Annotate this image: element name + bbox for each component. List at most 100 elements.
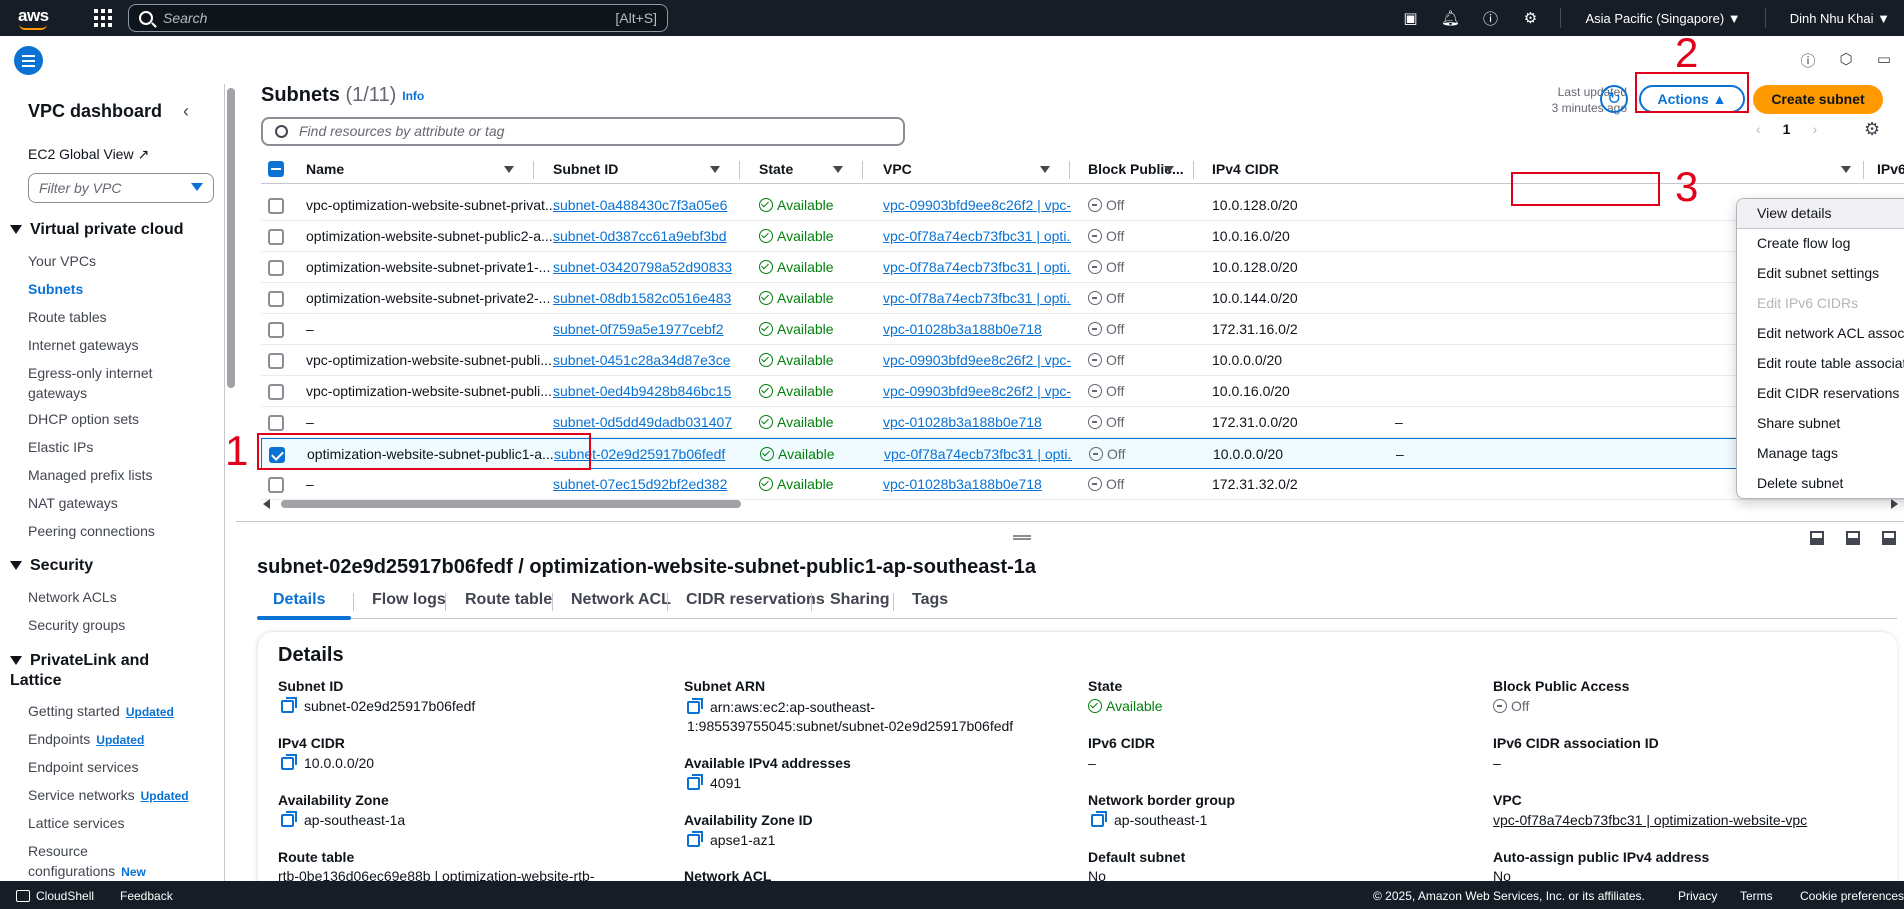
vpc-link[interactable]: vpc-09903bfd9ee8c26f2 | vpc-... bbox=[883, 383, 1071, 399]
section-virtual-private-cloud[interactable]: Virtual private cloud bbox=[10, 221, 184, 239]
cloudshell-button[interactable]: CloudShell bbox=[16, 889, 94, 903]
section-security[interactable]: Security bbox=[10, 557, 93, 575]
sidebar-item-managed-prefix-lists[interactable]: Managed prefix lists bbox=[28, 465, 153, 485]
sidebar-item-service-networks[interactable]: Service networks Updated bbox=[28, 785, 189, 806]
sidebar-title[interactable]: VPC dashboard bbox=[28, 101, 162, 122]
cookie-preferences-link[interactable]: Cookie preferences bbox=[1800, 889, 1904, 903]
row-checkbox[interactable] bbox=[268, 291, 284, 307]
ec2-global-view-link[interactable]: EC2 Global View ↗ bbox=[28, 146, 149, 163]
collapse-sidebar-icon[interactable]: ‹ bbox=[183, 101, 189, 122]
tab-sharing[interactable]: Sharing bbox=[830, 591, 890, 609]
tab-network-acl[interactable]: Network ACL bbox=[571, 591, 671, 609]
row-checkbox[interactable] bbox=[268, 353, 284, 369]
menu-item-share-subnet[interactable]: Share subnet bbox=[1737, 409, 1904, 439]
vpc-detail-link[interactable]: vpc-0f78a74ecb73fbc31 | optimization-web… bbox=[1493, 812, 1807, 828]
security-panel-icon[interactable]: ⬡ bbox=[1836, 50, 1856, 71]
table-horizontal-scrollbar[interactable] bbox=[261, 498, 1904, 510]
copy-icon[interactable] bbox=[1091, 811, 1107, 827]
sidebar-item-getting-started[interactable]: Getting started Updated bbox=[28, 701, 174, 722]
sidebar-item-lattice-services[interactable]: Lattice services bbox=[28, 813, 124, 833]
sidebar-scrollbar[interactable] bbox=[226, 84, 236, 881]
sort-icon[interactable] bbox=[504, 166, 514, 173]
subnet-id-link[interactable]: subnet-0d5dd49dadb031407 bbox=[553, 414, 743, 430]
services-grid-icon[interactable] bbox=[94, 9, 112, 27]
menu-item-edit-subnet-settings[interactable]: Edit subnet settings bbox=[1737, 259, 1904, 289]
sidebar-item-network-acls[interactable]: Network ACLs bbox=[28, 587, 117, 607]
sort-icon[interactable] bbox=[1040, 166, 1050, 173]
table-row[interactable]: – subnet-07ec15d92bf2ed382 Available vpc… bbox=[261, 469, 1904, 500]
panel-bottom-icon[interactable] bbox=[1810, 531, 1824, 545]
vpc-link[interactable]: vpc-01028b3a188b0e718 bbox=[883, 476, 1071, 492]
global-search-input[interactable]: Search [Alt+S] bbox=[128, 4, 668, 32]
table-preferences-gear-icon[interactable]: ⚙ bbox=[1864, 119, 1880, 140]
column-ipv4-cidr[interactable]: IPv4 CIDR bbox=[1212, 161, 1279, 177]
copy-icon[interactable] bbox=[687, 774, 703, 790]
notifications-bell-icon[interactable]: 🔔︎ bbox=[1430, 0, 1470, 36]
sidebar-item-dhcp-option-sets[interactable]: DHCP option sets bbox=[28, 409, 139, 429]
copy-icon[interactable] bbox=[281, 754, 297, 770]
table-row[interactable]: vpc-optimization-website-subnet-publi...… bbox=[261, 345, 1904, 376]
route-table-link[interactable]: rtb-0be136d06ec69e88b | optimization-web… bbox=[278, 868, 595, 881]
sidebar-item-your-vpcs[interactable]: Your VPCs bbox=[28, 251, 96, 271]
help-icon[interactable]: ⓘ bbox=[1470, 0, 1510, 36]
cloudshell-icon[interactable]: ▣ bbox=[1390, 0, 1430, 36]
sort-icon[interactable] bbox=[710, 166, 720, 173]
vpc-filter-select[interactable]: Filter by VPC bbox=[28, 173, 214, 203]
table-row[interactable]: optimization-website-subnet-public2-a...… bbox=[261, 221, 1904, 252]
subnet-id-link[interactable]: subnet-0ed4b9428b846bc15 bbox=[553, 383, 743, 399]
menu-item-manage-tags[interactable]: Manage tags bbox=[1737, 439, 1904, 469]
column-subnet-id[interactable]: Subnet ID bbox=[553, 161, 618, 177]
info-link[interactable]: Info bbox=[402, 89, 424, 103]
vpc-link[interactable]: vpc-01028b3a188b0e718 bbox=[883, 414, 1071, 430]
row-checkbox[interactable] bbox=[268, 477, 284, 493]
copy-icon[interactable] bbox=[281, 811, 297, 827]
table-row[interactable]: – subnet-0f759a5e1977cebf2 Available vpc… bbox=[261, 314, 1904, 345]
tab-route-table[interactable]: Route table bbox=[465, 591, 552, 609]
subnet-id-link[interactable]: subnet-0451c28a34d87e3ce bbox=[553, 352, 743, 368]
sidebar-item-resource-configurations[interactable]: Resource configurations New bbox=[28, 841, 146, 881]
panel-hide-icon[interactable] bbox=[1882, 531, 1896, 545]
privacy-link[interactable]: Privacy bbox=[1678, 889, 1717, 903]
section-privatelink[interactable]: PrivateLink and Lattice bbox=[10, 651, 160, 691]
copy-icon[interactable] bbox=[687, 698, 703, 714]
vpc-link[interactable]: vpc-09903bfd9ee8c26f2 | vpc-... bbox=[883, 352, 1071, 368]
row-checkbox[interactable] bbox=[268, 415, 284, 431]
subnet-id-link[interactable]: subnet-0d387cc61a9ebf3bd bbox=[553, 228, 743, 244]
resize-handle-icon[interactable] bbox=[1013, 535, 1031, 540]
tab-flow-logs[interactable]: Flow logs bbox=[372, 591, 446, 609]
account-menu[interactable]: Dinh Nhu Khai ▼ bbox=[1776, 11, 1904, 26]
menu-item-edit-cidr-reservations[interactable]: Edit CIDR reservations bbox=[1737, 379, 1904, 409]
tab-cidr-reservations[interactable]: CIDR reservations bbox=[686, 591, 825, 609]
row-checkbox[interactable] bbox=[268, 322, 284, 338]
aws-logo[interactable]: aws bbox=[16, 4, 56, 32]
feedback-button[interactable]: Feedback bbox=[120, 889, 173, 903]
sidebar-item-subnets[interactable]: Subnets bbox=[28, 279, 83, 299]
vpc-link[interactable]: vpc-0f78a74ecb73fbc31 | opti... bbox=[884, 446, 1072, 462]
menu-item-edit-network-acl-association[interactable]: Edit network ACL association bbox=[1737, 319, 1904, 349]
next-page-icon[interactable]: › bbox=[1812, 121, 1817, 137]
sidebar-item-nat-gateways[interactable]: NAT gateways bbox=[28, 493, 118, 513]
row-checkbox[interactable] bbox=[268, 260, 284, 276]
column-name[interactable]: Name bbox=[306, 161, 344, 177]
row-checkbox[interactable] bbox=[268, 229, 284, 245]
table-row[interactable]: optimization-website-subnet-private1-...… bbox=[261, 252, 1904, 283]
sidebar-item-egress-only-gateways[interactable]: Egress-only internet gateways bbox=[28, 363, 188, 403]
sidebar-item-internet-gateways[interactable]: Internet gateways bbox=[28, 335, 139, 355]
panel-side-icon[interactable] bbox=[1846, 531, 1860, 545]
settings-gear-icon[interactable]: ⚙ bbox=[1510, 0, 1550, 36]
sidebar-item-route-tables[interactable]: Route tables bbox=[28, 307, 107, 327]
resource-search-input[interactable]: Find resources by attribute or tag bbox=[261, 117, 905, 146]
column-ipv6[interactable]: IPv6 bbox=[1877, 161, 1904, 177]
subnet-id-link[interactable]: subnet-0a488430c7f3a05e6 bbox=[553, 197, 743, 213]
copy-icon[interactable] bbox=[281, 697, 297, 713]
vpc-link[interactable]: vpc-0f78a74ecb73fbc31 | opti... bbox=[883, 228, 1071, 244]
sidebar-item-security-groups[interactable]: Security groups bbox=[28, 615, 125, 635]
select-all-checkbox[interactable] bbox=[268, 161, 284, 177]
sort-icon[interactable] bbox=[833, 166, 843, 173]
subnet-id-link[interactable]: subnet-03420798a52d90833 bbox=[553, 259, 743, 275]
sort-icon[interactable] bbox=[1164, 166, 1174, 173]
column-vpc[interactable]: VPC bbox=[883, 161, 912, 177]
row-checkbox[interactable] bbox=[268, 384, 284, 400]
sidebar-item-elastic-ips[interactable]: Elastic IPs bbox=[28, 437, 93, 457]
tab-details[interactable]: Details bbox=[273, 591, 325, 609]
